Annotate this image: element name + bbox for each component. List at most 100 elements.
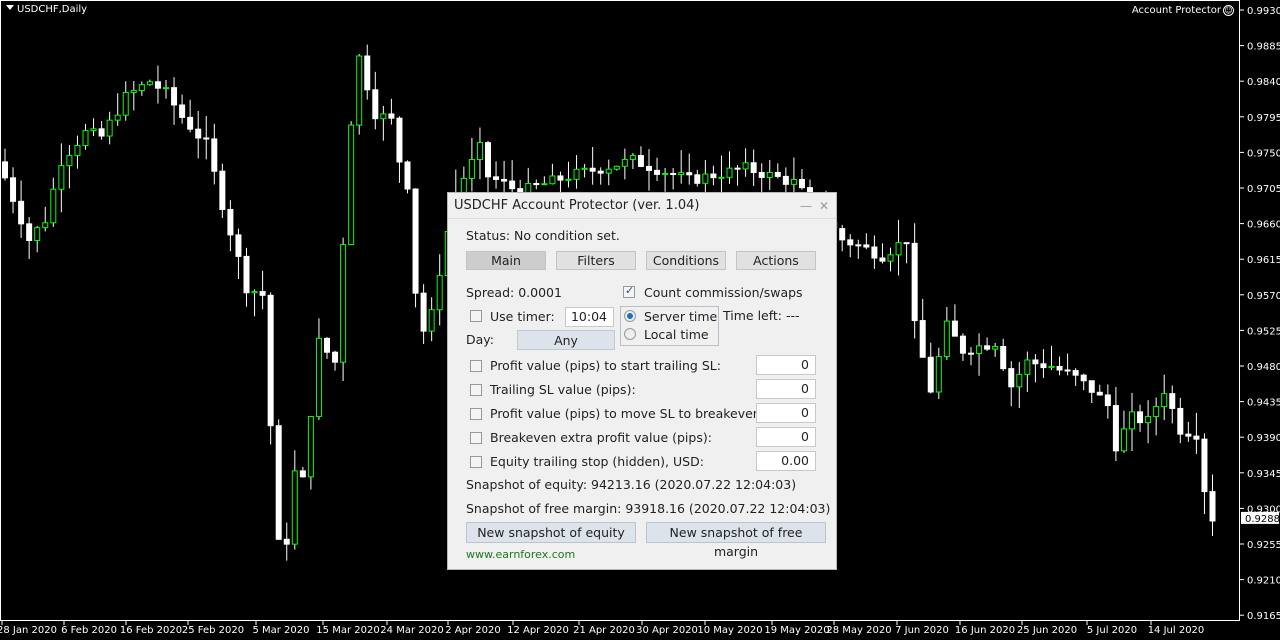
row-input[interactable]: 0 — [756, 379, 816, 399]
candle-body — [1201, 438, 1208, 493]
price-label: 0.9885 — [1247, 42, 1280, 53]
use-timer-checkbox[interactable] — [470, 310, 482, 322]
candle-body — [26, 223, 33, 241]
candle-body — [1080, 374, 1087, 382]
price-label: 0.9750 — [1247, 148, 1280, 159]
candle — [203, 115, 210, 160]
candle-body — [533, 182, 540, 186]
row-input[interactable]: 0.00 — [756, 451, 816, 471]
date-label: 10 May 2020 — [697, 625, 762, 636]
candle-body — [18, 200, 25, 225]
date-label: 6 Feb 2020 — [61, 625, 117, 636]
candle — [871, 235, 878, 269]
candle-body — [662, 172, 669, 175]
price-label: 0.9795 — [1247, 113, 1280, 124]
candle-body — [106, 119, 113, 137]
candle — [1169, 385, 1176, 424]
candle-body — [1096, 391, 1103, 396]
price-label: 0.9390 — [1247, 433, 1280, 444]
price-label: 0.9210 — [1247, 576, 1280, 587]
candle — [146, 79, 153, 86]
new-snapshot-margin-button[interactable]: New snapshot of free margin — [646, 522, 826, 559]
candle — [275, 419, 282, 540]
candle-body — [1161, 393, 1168, 408]
tab-conditions[interactable]: Conditions — [646, 251, 726, 270]
candle-body — [34, 227, 41, 241]
candle — [1137, 404, 1144, 432]
tab-filters[interactable]: Filters — [556, 251, 636, 270]
count-commission-checkbox[interactable] — [623, 284, 635, 298]
symbol-label[interactable]: USDCHF,Daily — [6, 4, 87, 15]
row-checkbox[interactable] — [470, 360, 482, 372]
candle — [1072, 368, 1079, 386]
candle — [895, 219, 902, 276]
candle — [935, 347, 942, 400]
candle-body — [501, 178, 508, 182]
candle-body — [163, 87, 169, 90]
panel-title-bar[interactable]: USDCHF Account Protector (ver. 1.04) — ✕ — [448, 193, 836, 219]
candle — [903, 242, 910, 264]
candle-body — [895, 242, 902, 256]
day-dropdown[interactable]: Any — [517, 330, 615, 350]
time-left-text: Time left: --- — [723, 308, 800, 323]
candle-body — [766, 171, 773, 178]
candle-body — [629, 155, 636, 160]
candle — [122, 81, 129, 121]
candle-body — [581, 167, 588, 170]
candle — [919, 298, 926, 358]
candle — [2, 148, 8, 181]
price-label: 0.9345 — [1247, 469, 1280, 480]
candle-body — [1120, 428, 1127, 452]
candle — [678, 150, 685, 184]
tab-actions[interactable]: Actions — [736, 251, 816, 270]
row-checkbox[interactable] — [470, 384, 482, 396]
row-checkbox[interactable] — [470, 408, 482, 420]
row-input[interactable]: 0 — [756, 403, 816, 423]
server-time-radio[interactable] — [624, 310, 636, 322]
price-label: 0.9840 — [1247, 77, 1280, 88]
timer-input[interactable]: 10:04 — [565, 307, 614, 327]
row-checkbox[interactable] — [470, 456, 482, 468]
candle-body — [839, 228, 846, 241]
candle-body — [404, 161, 411, 190]
snapshot-margin-text: Snapshot of free margin: 93918.16 (2020.… — [466, 501, 831, 516]
earnforex-link[interactable]: www.earnforex.com — [466, 548, 575, 561]
close-icon[interactable]: ✕ — [819, 193, 829, 219]
candle-body — [847, 239, 854, 246]
candle — [26, 217, 33, 260]
account-protector-panel: USDCHF Account Protector (ver. 1.04) — ✕… — [447, 192, 837, 570]
price-label: 0.9570 — [1247, 291, 1280, 302]
candle — [307, 415, 314, 490]
candle-body — [790, 178, 797, 185]
candle — [251, 289, 258, 317]
candle-body — [1137, 411, 1144, 424]
row-checkbox[interactable] — [470, 432, 482, 444]
candle — [992, 343, 999, 357]
local-time-radio[interactable] — [624, 328, 636, 340]
tab-main[interactable]: Main — [466, 251, 546, 270]
candle-body — [565, 178, 572, 181]
candle — [1016, 362, 1023, 408]
candle — [1048, 345, 1055, 371]
date-label: 28 May 2020 — [826, 625, 891, 636]
row-input[interactable]: 0 — [756, 355, 816, 375]
minimize-icon[interactable]: — — [800, 193, 812, 219]
new-snapshot-equity-button[interactable]: New snapshot of equity — [466, 522, 636, 543]
candle — [396, 116, 403, 183]
candle — [315, 318, 322, 420]
row-input[interactable]: 0 — [756, 427, 816, 447]
candle-body — [863, 244, 870, 248]
candle-body — [243, 255, 250, 294]
candle — [179, 94, 186, 124]
price-label: 0.9480 — [1247, 362, 1280, 373]
candle-body — [195, 128, 202, 139]
candle-body — [493, 176, 500, 180]
candle-body — [114, 114, 121, 121]
candle-body — [219, 170, 226, 210]
date-label: 21 Apr 2020 — [573, 625, 635, 636]
date-label: 2 Apr 2020 — [445, 625, 500, 636]
candle — [412, 188, 419, 308]
candle-body — [1185, 433, 1192, 437]
candle-body — [734, 167, 741, 170]
candle-body — [1016, 373, 1023, 388]
